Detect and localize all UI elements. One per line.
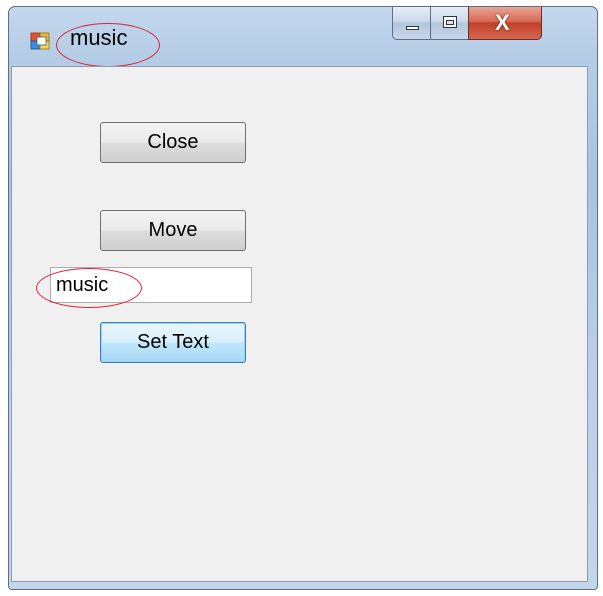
move-button[interactable]: Move <box>100 210 246 251</box>
title-bar[interactable]: music X <box>9 7 597 67</box>
close-window-button[interactable]: X <box>468 7 542 40</box>
maximize-icon <box>443 16 457 28</box>
minimize-icon <box>406 26 419 30</box>
app-window: music X Close Move Set Text <box>8 6 598 590</box>
close-button[interactable]: Close <box>100 122 246 163</box>
maximize-button[interactable] <box>430 7 468 40</box>
caption-buttons: X <box>392 7 542 43</box>
title-annotation-ellipse <box>56 23 160 67</box>
set-text-button[interactable]: Set Text <box>100 322 246 363</box>
form-client-area: Close Move Set Text <box>11 66 588 582</box>
minimize-button[interactable] <box>392 7 430 40</box>
close-icon: X <box>495 10 510 35</box>
text-input[interactable] <box>50 267 252 303</box>
windows-forms-app-icon <box>30 32 50 50</box>
